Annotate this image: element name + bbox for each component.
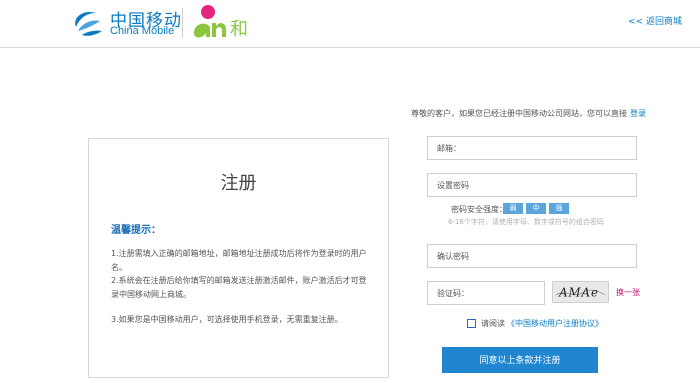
intro-text: 尊敬的客户，如果您已经注册中国移动公司网站，您可以直接 (411, 109, 627, 118)
agreement-row: 请阅读 《中国移动用户注册协议》 (467, 318, 603, 329)
page-title: 注册 (220, 173, 257, 194)
registration-notice-panel: 注册 温馨提示： 1.注册需填入正确的邮箱地址，邮箱地址注册成功后将作为登录时的… (88, 138, 389, 378)
agree-checkbox[interactable] (467, 319, 476, 328)
refresh-captcha-link[interactable]: 换一张 (616, 287, 640, 298)
password-input[interactable] (476, 175, 635, 195)
password-label: 设置密码 (437, 181, 469, 190)
captcha-label: 验证码： (437, 289, 469, 298)
back-to-store-link[interactable]: << 返回商城 (628, 14, 682, 27)
notice-item: 1.注册需填入正确的邮箱地址，邮箱地址注册成功后将作为登录时的用户名。 (111, 249, 367, 272)
strength-weak: 弱 (503, 203, 523, 214)
captcha-field: 验证码： (427, 281, 545, 305)
register-submit-button[interactable]: 同意以上条款并注册 (442, 347, 598, 373)
notice-item: 2.系统会在注册后给你填写的邮箱发送注册激活邮件，账户激活后才可登录中国移动网上… (111, 276, 367, 299)
captcha-text: AMAe (558, 286, 599, 300)
sub-brand-text: 和 (230, 19, 248, 40)
email-label: 邮箱： (437, 144, 461, 153)
china-mobile-logo-icon[interactable] (70, 5, 104, 39)
notice-item: 3.如果您是中国移动用户，可选择使用手机登录，无需重复注册。 (111, 315, 343, 324)
site-header: 中国移动 China Mobile 和 << 返回商城 (0, 0, 700, 48)
confirm-password-label: 确认密码 (437, 252, 469, 261)
password-strength-meter: 弱 中 强 (503, 203, 569, 214)
confirm-password-input[interactable] (476, 246, 635, 266)
strength-label: 密码安全强度： (451, 205, 507, 214)
email-field: 邮箱： (427, 136, 637, 160)
agree-prefix: 请阅读 (481, 319, 505, 328)
agreement-link[interactable]: 《中国移动用户注册协议》 (507, 318, 603, 329)
login-intro: 尊敬的客户，如果您已经注册中国移动公司网站，您可以直接 登录 (411, 108, 646, 119)
confirm-password-field: 确认密码 (427, 244, 637, 268)
password-field: 设置密码 (427, 173, 637, 197)
email-input[interactable] (476, 138, 635, 158)
login-link[interactable]: 登录 (630, 109, 646, 118)
captcha-input[interactable] (476, 283, 543, 303)
strength-strong: 强 (549, 203, 569, 214)
password-hint: 6-16个字符，请使用字母、数字或符号的组合密码 (448, 218, 604, 226)
captcha-image[interactable]: AMAe (552, 281, 609, 303)
logo-divider (182, 8, 183, 38)
tip-heading: 温馨提示： (111, 225, 161, 236)
strength-medium: 中 (526, 203, 546, 214)
and-brand-logo: 和 (194, 5, 248, 40)
brand-name-en: China Mobile (110, 25, 175, 37)
